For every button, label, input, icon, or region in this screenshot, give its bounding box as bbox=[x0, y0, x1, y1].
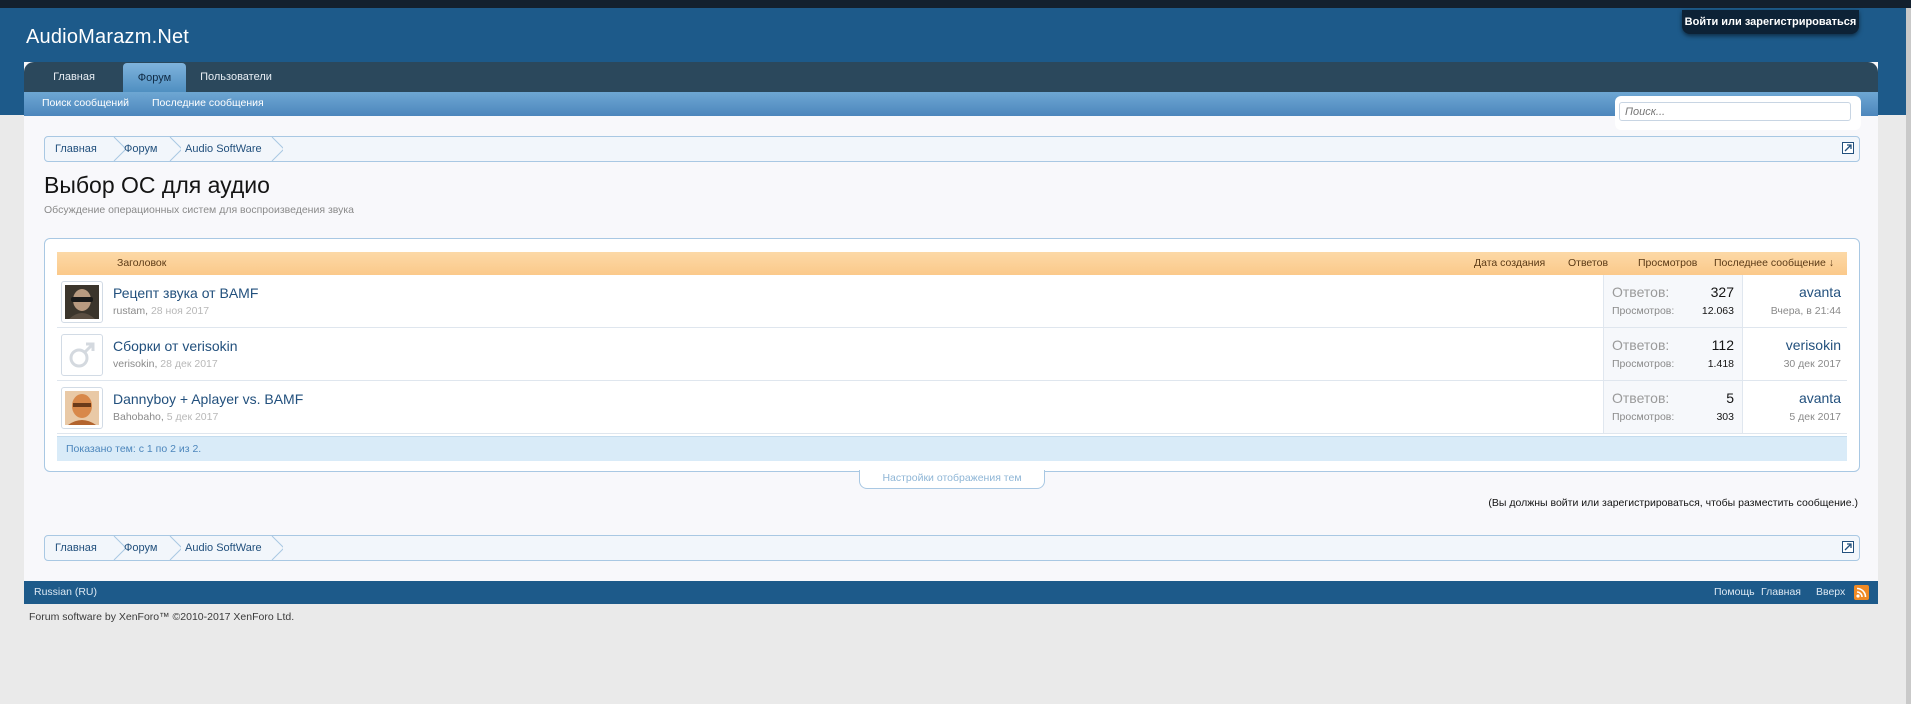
thread-list-footer: Показано тем: с 1 по 2 из 2. bbox=[57, 436, 1847, 461]
table-row: Сборки от verisokin verisokin, 28 дек 20… bbox=[57, 328, 1847, 381]
footer-top-link[interactable]: Вверх bbox=[1816, 581, 1845, 604]
jump-to-page-icon[interactable] bbox=[1842, 142, 1854, 154]
thread-date[interactable]: 28 дек 2017 bbox=[160, 358, 217, 370]
thread-date[interactable]: 5 дек 2017 bbox=[167, 411, 219, 423]
last-post-time[interactable]: 30 дек 2017 bbox=[1784, 358, 1841, 370]
main-navbar: Главная Форум Пользователи bbox=[24, 62, 1878, 92]
user-avatar-image bbox=[65, 285, 99, 319]
window-scrollbar[interactable] bbox=[1906, 8, 1911, 704]
footer-home-link[interactable]: Главная bbox=[1761, 581, 1801, 604]
breadcrumb-arrow-icon bbox=[169, 536, 181, 560]
top-strip bbox=[0, 0, 1911, 8]
last-post-time[interactable]: Вчера, в 21:44 bbox=[1771, 305, 1841, 317]
last-post: avanta Вчера, в 21:44 bbox=[1701, 275, 1841, 327]
table-row: Dannyboy + Aplayer vs. BAMF Bahobaho, 5 … bbox=[57, 381, 1847, 434]
thread-author[interactable]: verisokin bbox=[113, 358, 154, 370]
column-last-post[interactable]: Последнее сообщение ↓ bbox=[1714, 252, 1834, 275]
search-posts-link[interactable]: Поиск сообщений bbox=[42, 92, 129, 116]
replies-label: Ответов: bbox=[1612, 337, 1670, 353]
last-post-user[interactable]: avanta bbox=[1799, 284, 1841, 300]
thread-count-text: Показано тем: с 1 по 2 из 2. bbox=[66, 443, 202, 455]
login-register-button[interactable]: Войти или зарегистрироваться bbox=[1682, 10, 1859, 34]
thread-author[interactable]: Bahobaho bbox=[113, 411, 161, 423]
male-symbol-avatar-icon bbox=[65, 338, 99, 372]
column-created[interactable]: Дата создания bbox=[1474, 252, 1545, 275]
language-chooser[interactable]: Russian (RU) bbox=[34, 581, 97, 604]
column-title[interactable]: Заголовок bbox=[117, 252, 166, 275]
breadcrumb-audio-software[interactable]: Audio SoftWare bbox=[185, 137, 262, 161]
thread-title[interactable]: Сборки от verisokin bbox=[113, 338, 238, 354]
search-input[interactable] bbox=[1619, 102, 1851, 121]
breadcrumb-arrow-icon bbox=[169, 137, 181, 161]
breadcrumb-forum[interactable]: Форум bbox=[124, 137, 157, 161]
search-box bbox=[1615, 96, 1861, 130]
copyright-text: Forum software by XenForo™ ©2010-2017 Xe… bbox=[29, 611, 295, 623]
breadcrumb-forum[interactable]: Форум bbox=[124, 536, 157, 560]
user-avatar-image bbox=[65, 391, 99, 425]
jump-to-page-icon[interactable] bbox=[1842, 541, 1854, 553]
thread-list-header: Заголовок Дата создания Ответов Просмотр… bbox=[57, 252, 1847, 276]
last-post: avanta 5 дек 2017 bbox=[1701, 381, 1841, 433]
thread-meta: verisokin, 28 дек 2017 bbox=[113, 358, 218, 370]
table-row: Рецепт звука от BAMF rustam, 28 ноя 2017… bbox=[57, 275, 1847, 328]
thread-author[interactable]: rustam bbox=[113, 305, 145, 317]
last-post: verisokin 30 дек 2017 bbox=[1701, 328, 1841, 380]
last-post-user[interactable]: avanta bbox=[1799, 390, 1841, 406]
views-label: Просмотров: bbox=[1612, 305, 1675, 317]
page-description: Обсуждение операционных систем для воспр… bbox=[44, 204, 355, 216]
tab-forum[interactable]: Форум bbox=[123, 63, 186, 92]
tab-home[interactable]: Главная bbox=[44, 62, 104, 92]
display-settings-button[interactable]: Настройки отображения тем bbox=[859, 470, 1045, 489]
footer-bar: Russian (RU) Помощь Главная Вверх bbox=[24, 581, 1878, 604]
thread-meta: rustam, 28 ноя 2017 bbox=[113, 305, 209, 317]
site-logo[interactable]: AudioMarazm.Net bbox=[26, 26, 189, 49]
views-label: Просмотров: bbox=[1612, 411, 1675, 423]
column-views[interactable]: Просмотров bbox=[1638, 252, 1697, 275]
rss-icon[interactable] bbox=[1854, 585, 1869, 600]
thread-title[interactable]: Рецепт звука от BAMF bbox=[113, 285, 258, 301]
thread-meta: Bahobaho, 5 дек 2017 bbox=[113, 411, 218, 423]
views-label: Просмотров: bbox=[1612, 358, 1675, 370]
column-replies[interactable]: Ответов bbox=[1568, 252, 1608, 275]
login-required-note: (Вы должны войти или зарегистрироваться,… bbox=[1488, 497, 1858, 509]
avatar[interactable] bbox=[61, 334, 103, 376]
page-title: Выбор ОС для аудио bbox=[44, 172, 270, 198]
breadcrumb-arrow-icon bbox=[271, 137, 283, 161]
thread-list: Заголовок Дата создания Ответов Просмотр… bbox=[44, 238, 1860, 472]
breadcrumb-bottom: Главная Форум Audio SoftWare bbox=[44, 535, 1860, 561]
breadcrumb-home[interactable]: Главная bbox=[55, 536, 97, 560]
replies-label: Ответов: bbox=[1612, 284, 1670, 300]
sub-navbar: Поиск сообщений Последние сообщения bbox=[24, 92, 1878, 116]
avatar[interactable] bbox=[61, 387, 103, 429]
tab-members[interactable]: Пользователи bbox=[195, 62, 277, 92]
recent-posts-link[interactable]: Последние сообщения bbox=[152, 92, 264, 116]
footer-help-link[interactable]: Помощь bbox=[1714, 581, 1755, 604]
replies-label: Ответов: bbox=[1612, 390, 1670, 406]
breadcrumb: Главная Форум Audio SoftWare bbox=[44, 136, 1860, 162]
last-post-user[interactable]: verisokin bbox=[1786, 337, 1841, 353]
breadcrumb-audio-software[interactable]: Audio SoftWare bbox=[185, 536, 262, 560]
breadcrumb-home[interactable]: Главная bbox=[55, 137, 97, 161]
breadcrumb-arrow-icon bbox=[271, 536, 283, 560]
thread-title[interactable]: Dannyboy + Aplayer vs. BAMF bbox=[113, 391, 303, 407]
thread-date[interactable]: 28 ноя 2017 bbox=[151, 305, 209, 317]
avatar[interactable] bbox=[61, 281, 103, 323]
last-post-time[interactable]: 5 дек 2017 bbox=[1789, 411, 1841, 423]
